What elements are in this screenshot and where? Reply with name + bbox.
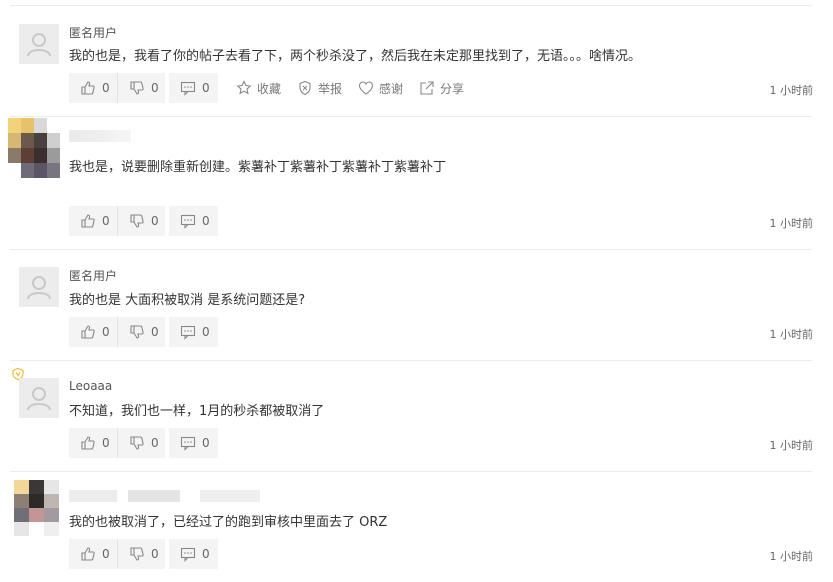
dislike-button[interactable]: 0: [117, 317, 165, 347]
reply-count: 0: [202, 325, 210, 339]
username[interactable]: 匿名用户: [69, 24, 117, 41]
action-bar: 0 0 0: [69, 206, 218, 236]
action-bar: 0 0 0: [69, 317, 218, 347]
blur-block: [69, 490, 117, 502]
thumbs-down-icon: [130, 436, 144, 450]
action-bar: 0 0 0: [69, 539, 218, 569]
dislike-count: 0: [151, 325, 159, 339]
avatar[interactable]: [19, 378, 59, 418]
comment-icon: [180, 214, 196, 229]
username-blurred[interactable]: [69, 130, 131, 142]
comment-icon: [180, 325, 196, 340]
default-user-icon: [19, 24, 59, 64]
comment-icon: [180, 81, 196, 96]
share-button[interactable]: 分享: [419, 80, 464, 97]
timestamp: 1 小时前: [769, 328, 814, 341]
dislike-count: 0: [151, 81, 159, 95]
thumbs-up-icon: [81, 81, 95, 95]
dislike-button[interactable]: 0: [117, 73, 165, 103]
reply-button[interactable]: 0: [169, 73, 218, 103]
divider: [10, 116, 812, 117]
avatar[interactable]: [14, 480, 59, 536]
report-shield-icon: [299, 80, 311, 96]
dislike-count: 0: [151, 547, 159, 561]
reply-button[interactable]: 0: [169, 539, 218, 569]
avatar[interactable]: [8, 118, 60, 178]
dislike-button[interactable]: 0: [117, 428, 165, 458]
dislike-count: 0: [151, 436, 159, 450]
like-button[interactable]: 0: [69, 539, 117, 569]
comment-text: 我也是，说要删除重新创建。紫薯补丁紫薯补丁紫薯补丁紫薯补丁: [69, 160, 447, 175]
default-user-icon: [19, 267, 59, 307]
reply-count: 0: [202, 547, 210, 561]
reply-count: 0: [202, 214, 210, 228]
timestamp: 1 小时前: [769, 439, 814, 452]
extra-actions: 收藏 举报 感谢 分享: [236, 73, 480, 103]
divider: [10, 249, 812, 250]
action-bar: 0 0 0 收藏 举报 感谢 分享: [69, 73, 480, 103]
divider: [10, 360, 812, 361]
like-count: 0: [102, 325, 110, 339]
like-count: 0: [102, 547, 110, 561]
thumbs-up-icon: [81, 214, 95, 228]
timestamp: 1 小时前: [769, 84, 814, 97]
like-button[interactable]: 0: [69, 428, 117, 458]
like-button[interactable]: 0: [69, 206, 117, 236]
report-button[interactable]: 举报: [297, 80, 342, 97]
comment-icon: [180, 436, 196, 451]
username[interactable]: Leoaaa: [69, 379, 112, 393]
thumbs-down-icon: [130, 325, 144, 339]
like-count: 0: [102, 436, 110, 450]
reply-count: 0: [202, 81, 210, 95]
avatar[interactable]: [19, 24, 59, 64]
blur-block: [200, 490, 260, 502]
thumbs-down-icon: [130, 81, 144, 95]
share-icon: [420, 81, 434, 95]
thanks-label: 感谢: [379, 81, 404, 96]
reply-button[interactable]: 0: [169, 206, 218, 236]
report-label: 举报: [318, 81, 343, 96]
avatar[interactable]: [19, 267, 59, 307]
comment-icon: [180, 547, 196, 562]
username[interactable]: 匿名用户: [69, 267, 117, 284]
dislike-button[interactable]: 0: [117, 206, 165, 236]
thumbs-up-icon: [81, 547, 95, 561]
thumbs-down-icon: [130, 214, 144, 228]
comment-text: 我的也是 大面积被取消 是系统问题还是?: [69, 293, 306, 308]
reply-button[interactable]: 0: [169, 317, 218, 347]
collect-button[interactable]: 收藏: [236, 80, 281, 97]
like-button[interactable]: 0: [69, 317, 117, 347]
like-count: 0: [102, 214, 110, 228]
like-button[interactable]: 0: [69, 73, 117, 103]
like-count: 0: [102, 81, 110, 95]
divider: [10, 5, 812, 6]
default-user-icon: [19, 378, 59, 418]
action-bar: 0 0 0: [69, 428, 218, 458]
dislike-count: 0: [151, 214, 159, 228]
heart-icon: [358, 81, 374, 95]
blur-block: [128, 490, 180, 502]
comment-text: 不知道，我们也一样，1月的秒杀都被取消了: [69, 404, 325, 419]
dislike-button[interactable]: 0: [117, 539, 165, 569]
thumbs-down-icon: [130, 547, 144, 561]
reply-count: 0: [202, 436, 210, 450]
comment-text: 我的也是，我看了你的帖子去看了下，两个秒杀没了，然后我在未定那里找到了，无语。。…: [69, 49, 642, 64]
thanks-button[interactable]: 感谢: [358, 80, 403, 97]
collect-label: 收藏: [257, 81, 282, 96]
timestamp: 1 小时前: [769, 550, 814, 563]
star-icon: [236, 80, 252, 95]
thumbs-up-icon: [81, 436, 95, 450]
divider: [10, 471, 812, 472]
share-label: 分享: [440, 81, 465, 96]
comment-text: 我的也被取消了，已经过了的跑到审核中里面去了 ORZ: [69, 515, 388, 530]
reply-button[interactable]: 0: [169, 428, 218, 458]
timestamp: 1 小时前: [769, 217, 814, 230]
thumbs-up-icon: [81, 325, 95, 339]
